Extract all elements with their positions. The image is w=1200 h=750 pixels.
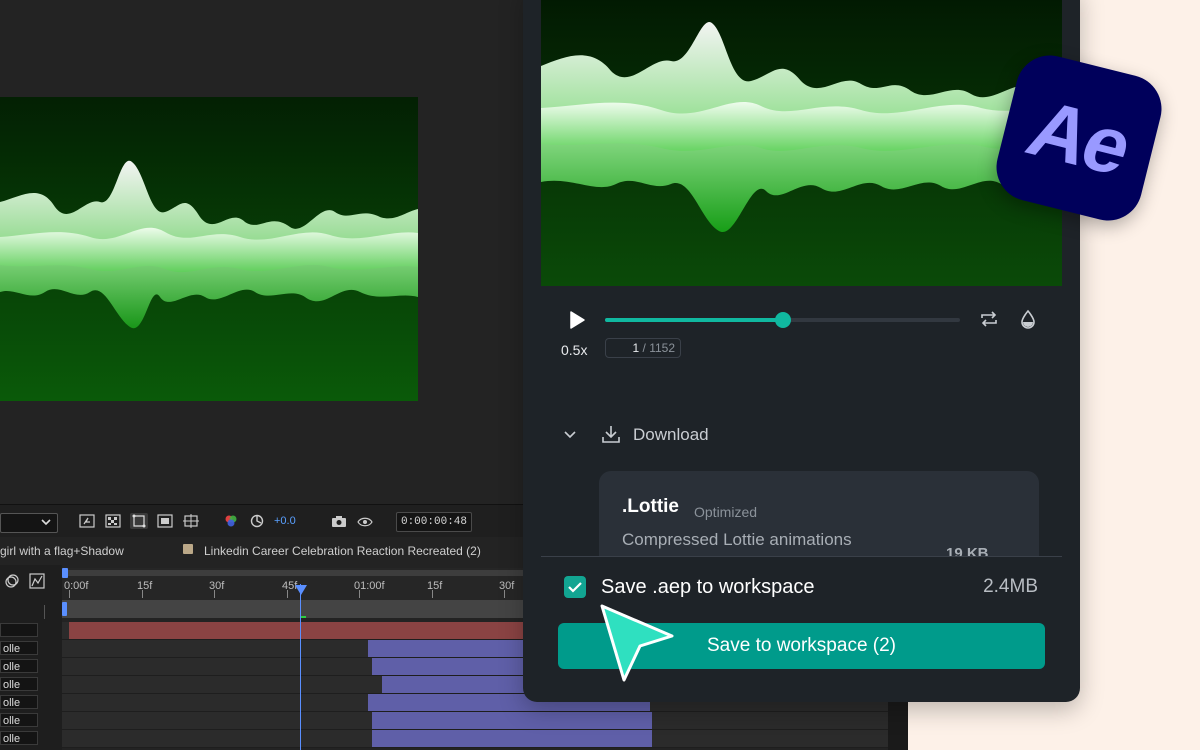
ruler-tick-mark — [432, 590, 433, 598]
track-matte-dropdown[interactable]: olle — [0, 731, 38, 745]
tab-linkedin-career[interactable]: Linkedin Career Celebration Reaction Rec… — [204, 544, 481, 558]
transparency-grid-icon[interactable] — [104, 513, 122, 529]
composition-viewer — [0, 97, 418, 401]
save-aep-label[interactable]: Save .aep to workspace — [601, 576, 814, 599]
ruler-tick-mark — [69, 590, 70, 598]
region-of-interest-icon[interactable] — [156, 513, 174, 529]
timeline-scrollbar[interactable] — [888, 700, 908, 750]
playhead-line[interactable] — [300, 584, 301, 750]
track-matte-dropdown[interactable]: olle — [0, 659, 38, 673]
track-matte-dropdown[interactable]: olle — [0, 713, 38, 727]
progress-knob[interactable] — [774, 312, 791, 328]
progress-fill — [605, 318, 783, 322]
ruler-tick-mark — [359, 590, 360, 598]
frame-separator: / — [639, 341, 650, 355]
playback-progress-slider[interactable] — [605, 312, 960, 328]
format-description: Compressed Lottie animations — [622, 530, 852, 549]
download-section-toggle[interactable]: Download — [561, 422, 761, 446]
track-matte-dropdown[interactable]: olle — [0, 641, 38, 655]
camera-icon[interactable] — [330, 513, 348, 529]
grid-guides-icon[interactable] — [182, 513, 200, 529]
checkmark-icon — [568, 582, 582, 593]
track-matte-dropdown[interactable] — [0, 623, 38, 637]
playhead-handle[interactable] — [295, 585, 307, 595]
play-icon — [570, 311, 585, 329]
tab-girl-with-flag[interactable]: girl with a flag+Shadow — [0, 544, 124, 558]
export-panel: 0.5x 1 / 1152 Download .Lottie Optimized… — [523, 0, 1080, 702]
ruler-tick-label: 15f — [427, 580, 443, 592]
optimized-badge: Optimized — [694, 504, 758, 520]
loop-icon — [981, 311, 997, 327]
composition-dropdown[interactable] — [0, 513, 58, 533]
exposure-reset-icon[interactable] — [248, 513, 266, 529]
droplet-icon — [1021, 309, 1035, 329]
channels-icon[interactable] — [222, 513, 240, 529]
total-frames: 1152 — [649, 341, 675, 355]
playback-speed[interactable]: 0.5x — [561, 342, 587, 358]
ruler-tick-label: 30f — [499, 580, 515, 592]
ruler-tick-mark — [214, 590, 215, 598]
layer-row[interactable] — [62, 730, 888, 748]
ruler-tick-mark — [504, 590, 505, 598]
graph-editor-icon[interactable] — [28, 573, 46, 589]
logo-text: Ae — [1015, 84, 1143, 191]
loop-button[interactable] — [978, 308, 1000, 330]
ruler-tick-label: 15f — [137, 580, 153, 592]
show-snapshot-icon[interactable] — [356, 513, 374, 529]
background-toggle-button[interactable] — [1017, 308, 1039, 330]
mask-visibility-icon[interactable] — [130, 513, 148, 529]
layer-row[interactable] — [62, 712, 888, 730]
waveform-preview-graphic — [541, 22, 1062, 233]
ruler-tick-label: 30f — [209, 580, 225, 592]
chevron-down-icon — [564, 431, 576, 439]
frame-counter[interactable]: 1 / 1152 — [605, 338, 681, 358]
ruler-tick-mark — [287, 590, 288, 598]
download-label: Download — [633, 425, 709, 444]
format-title: .Lottie — [622, 496, 679, 517]
play-button[interactable] — [567, 310, 587, 330]
track-matte-dropdown[interactable]: olle — [0, 695, 38, 709]
waveform-graphic — [0, 160, 418, 329]
pointer-cursor-icon — [600, 604, 674, 682]
layer-duration-bar[interactable] — [372, 730, 652, 747]
animation-preview — [541, 0, 1062, 286]
exposure-value[interactable]: +0.0 — [274, 515, 296, 527]
composition-color-swatch — [183, 544, 193, 554]
aep-file-size: 2.4MB — [983, 576, 1038, 597]
download-icon — [602, 426, 620, 443]
current-time-display[interactable]: 0:00:00:48 — [396, 512, 472, 532]
ruler-tick-label: 0:00f — [64, 580, 89, 592]
chevron-down-icon — [41, 519, 51, 526]
track-matte-dropdown[interactable]: olle — [0, 677, 38, 691]
ruler-tick-mark — [142, 590, 143, 598]
draft-3d-icon[interactable] — [78, 513, 96, 529]
save-aep-checkbox[interactable] — [564, 576, 586, 598]
motion-blur-icon[interactable] — [2, 573, 20, 589]
layer-duration-bar[interactable] — [372, 712, 652, 729]
